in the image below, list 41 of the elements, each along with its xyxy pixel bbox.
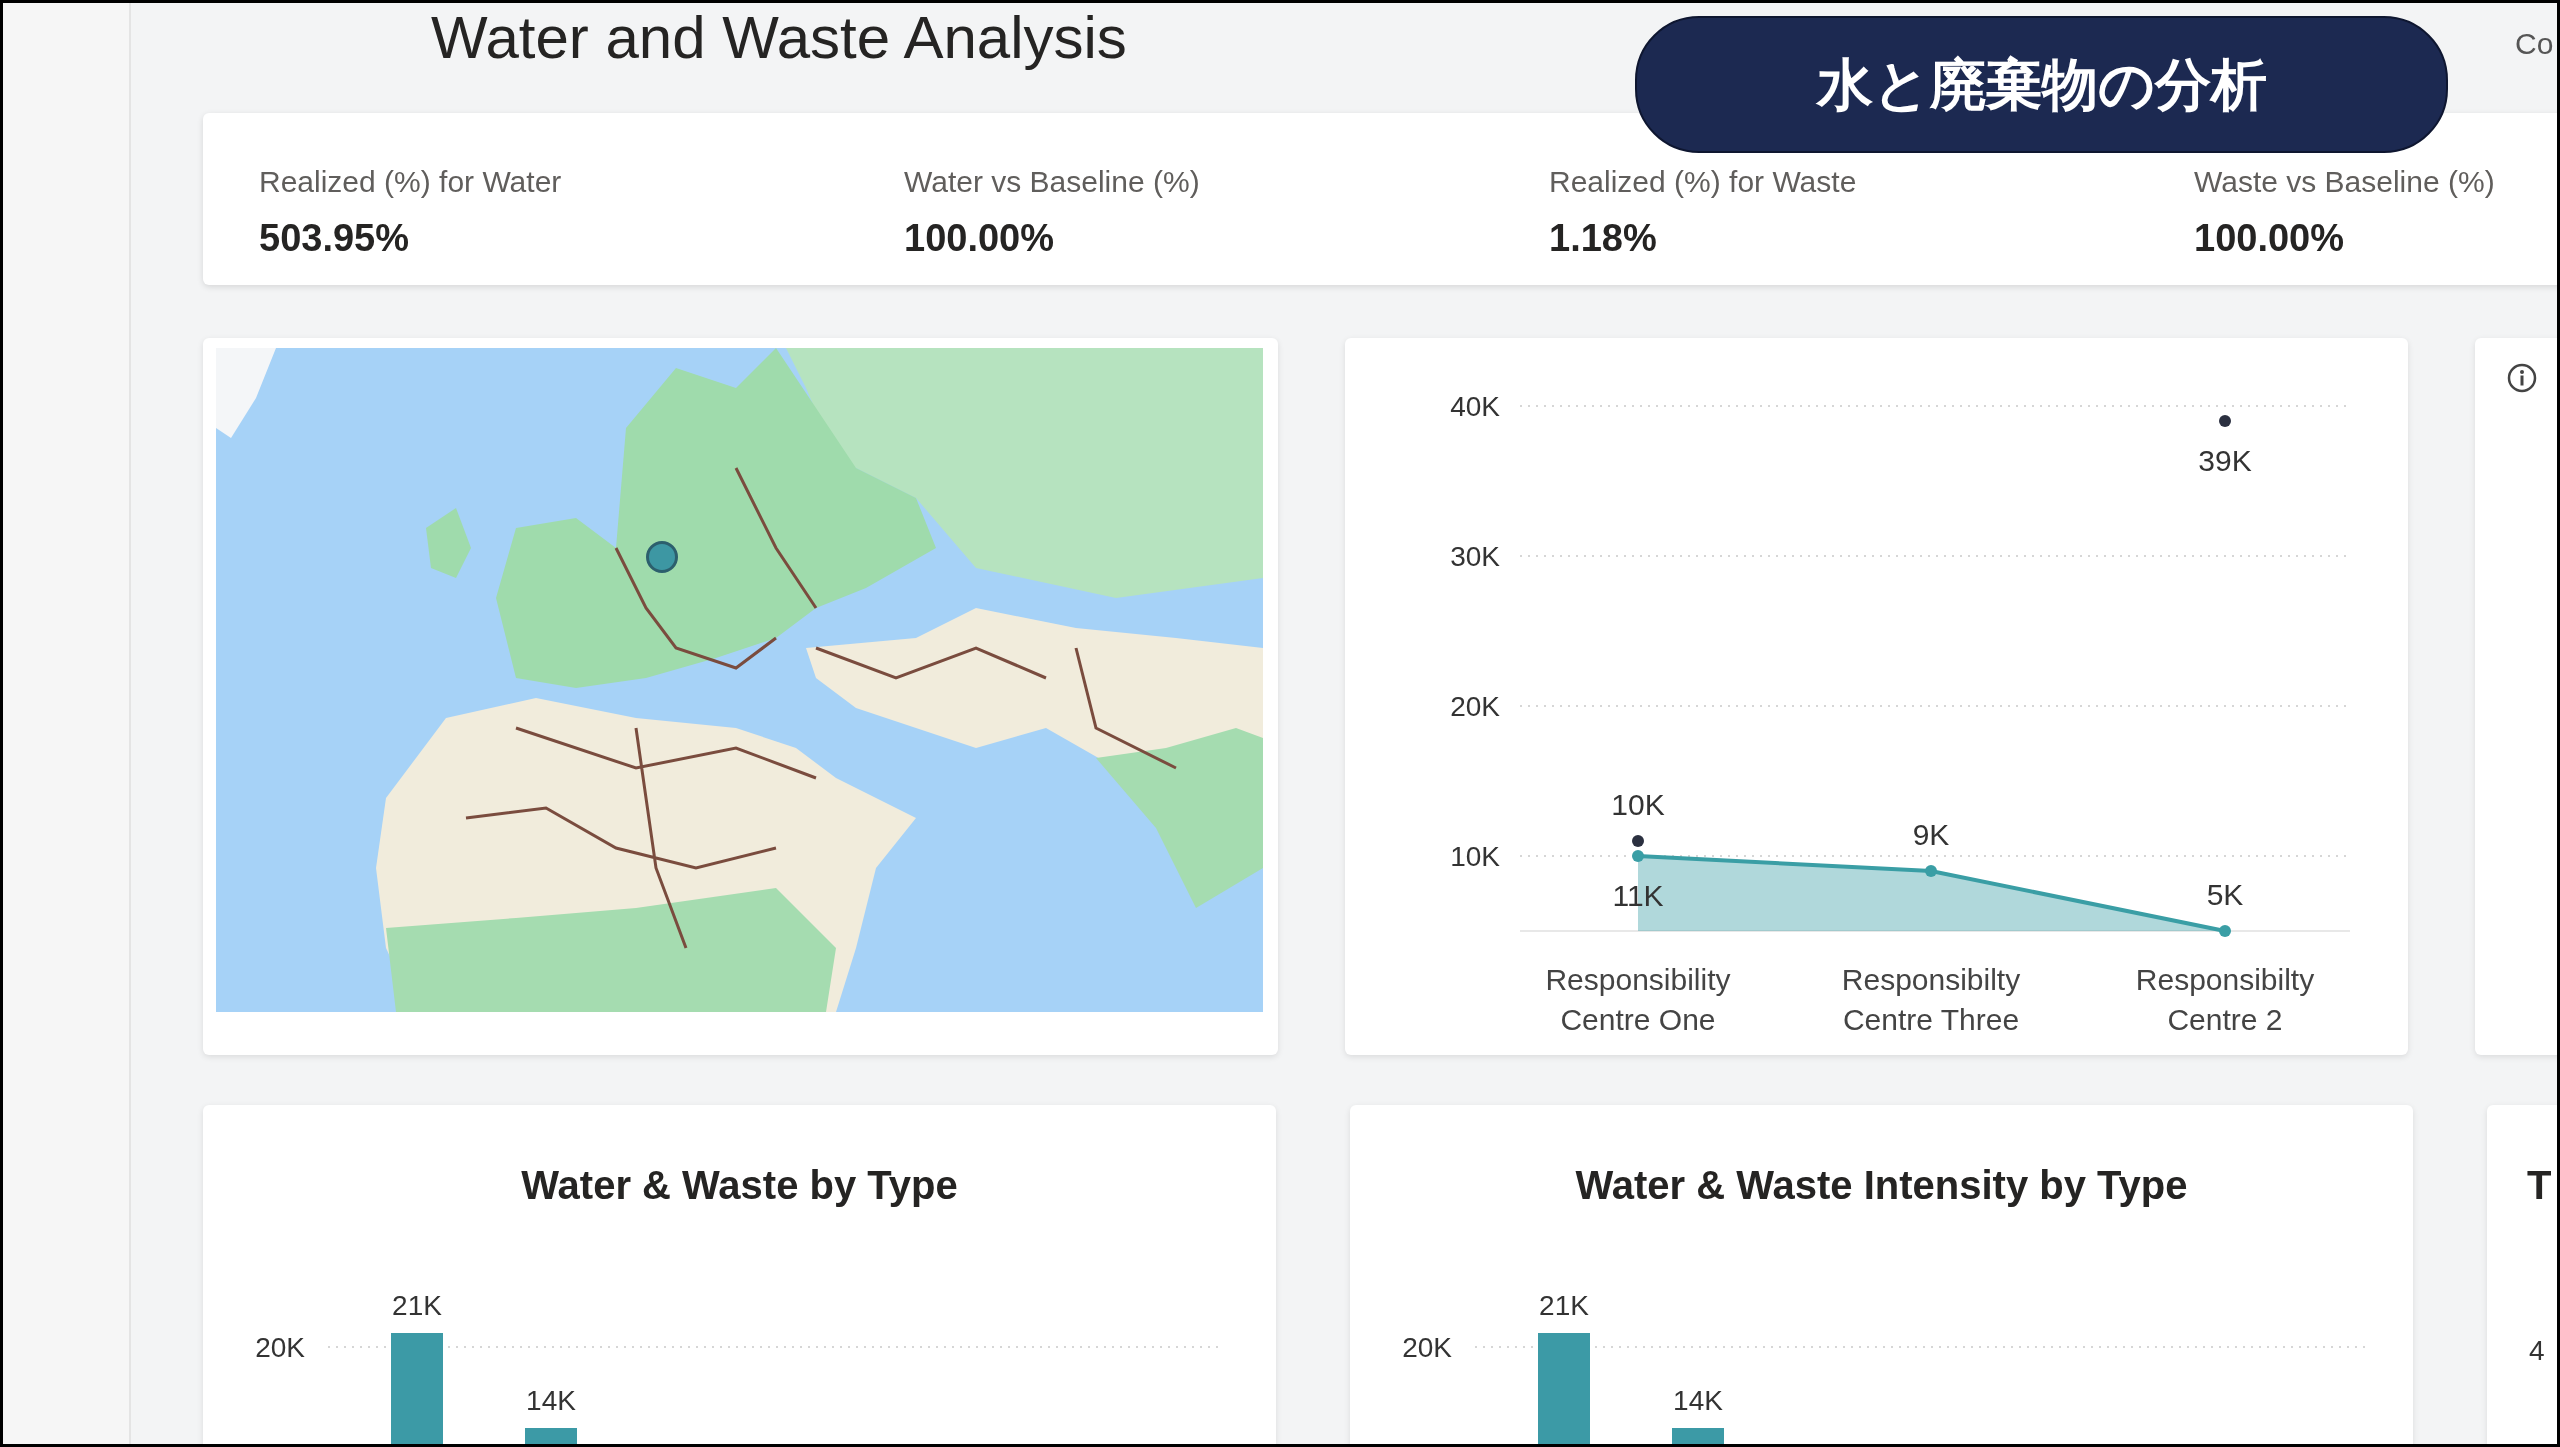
bar: [1672, 1428, 1724, 1444]
kpi-label: Water vs Baseline (%): [904, 164, 1200, 200]
title-badge: 水と廃棄物の分析: [1635, 16, 2448, 153]
kpi-label: Waste vs Baseline (%): [2194, 164, 2495, 200]
kpi-label: Realized (%) for Waste: [1549, 164, 1857, 200]
page-title: Water and Waste Analysis: [431, 3, 1127, 73]
axis-tick-label: 20K: [255, 1332, 305, 1363]
data-point: [1632, 835, 1644, 847]
axis-category-label: Responsibility Centre One: [1545, 963, 1731, 1036]
data-label: 10K: [1611, 788, 1665, 821]
axis-tick-label: 20K: [1402, 1332, 1452, 1363]
axis-tick-label: 30K: [1450, 541, 1500, 572]
kpi-value: 100.00%: [904, 216, 1054, 261]
chart-title: T: [2527, 1162, 2552, 1209]
data-label: 5K: [2206, 878, 2244, 911]
header-text: Co: [2515, 26, 2554, 62]
axis-tick-label: 40K: [1450, 391, 1500, 422]
kpi-label: Realized (%) for Water: [259, 164, 562, 200]
data-label: 9K: [1912, 818, 1950, 851]
axis-category-label: Responsibilty Centre 2: [2135, 963, 2315, 1036]
chart-title: Water & Waste by Type: [520, 1162, 959, 1209]
data-point: [1925, 865, 1937, 877]
data-label: 39K: [2198, 444, 2252, 477]
kpi-value: 503.95%: [259, 216, 409, 261]
data-point: [2219, 925, 2231, 937]
info-icon[interactable]: [2507, 363, 2537, 393]
kpi-value: 1.18%: [1549, 216, 1657, 261]
axis-tick-label: 4: [2529, 1334, 2545, 1368]
data-label: 14K: [526, 1385, 576, 1416]
bar: [525, 1428, 577, 1444]
kpi-value: 100.00%: [2194, 216, 2344, 261]
data-label: 11K: [1612, 879, 1664, 912]
data-point: [1632, 850, 1644, 862]
data-label: 21K: [1539, 1290, 1589, 1321]
data-point: [2219, 415, 2231, 427]
data-label: 14K: [1673, 1385, 1723, 1416]
axis-tick-label: 20K: [1450, 691, 1500, 722]
axis-tick-label: 10K: [1450, 841, 1500, 872]
chart-title: Water & Waste Intensity by Type: [1574, 1162, 2189, 1209]
axis-category-label: Responsibilty Centre Three: [1841, 963, 2021, 1036]
data-label: 21K: [392, 1290, 442, 1321]
